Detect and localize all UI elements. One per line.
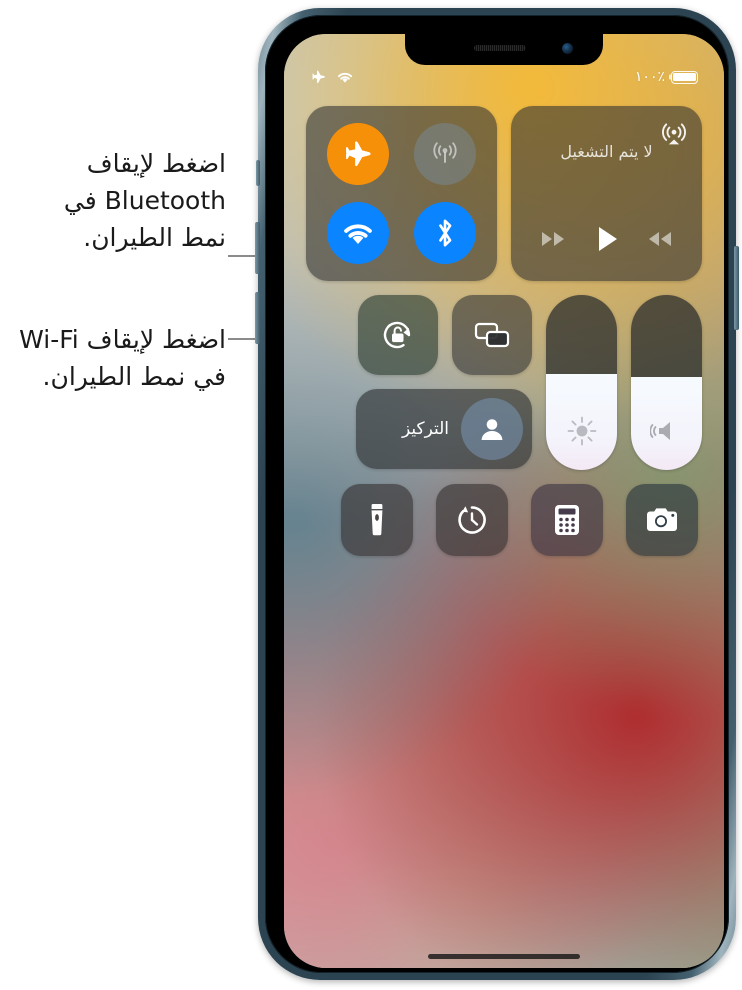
cellular-icon (429, 138, 461, 170)
phone-screen[interactable]: ٪١٠٠ لا يتم التشغيل التركيز (284, 34, 724, 968)
wifi-button[interactable] (326, 202, 389, 265)
callout-wifi-label: اضغط لإيقاف Wi-Fi في نمط الطيران. (19, 325, 226, 391)
status-bar: ٪١٠٠ (284, 64, 724, 90)
connectivity-module (306, 106, 497, 281)
media-transport-controls (511, 203, 702, 281)
front-camera-icon (562, 43, 573, 54)
timer-icon (455, 503, 489, 537)
home-indicator[interactable] (428, 954, 580, 959)
airplane-icon (310, 69, 327, 85)
focus-label: التركيز (401, 419, 449, 439)
notch (405, 34, 603, 65)
calculator-button[interactable] (531, 484, 603, 556)
bluetooth-icon (430, 216, 460, 250)
brightness-icon (565, 414, 599, 448)
phone-bezel: ٪١٠٠ لا يتم التشغيل التركيز (265, 15, 729, 973)
control-center-tiles-row (356, 295, 532, 375)
battery-percent-label: ٪١٠٠ (634, 69, 665, 85)
wifi-icon (341, 220, 375, 246)
airplay-icon[interactable] (661, 119, 687, 145)
iphone-device: ٪١٠٠ لا يتم التشغيل التركيز (255, 8, 739, 980)
volume-up-button[interactable] (255, 222, 260, 274)
calculator-icon (553, 503, 581, 537)
focus-button[interactable]: التركيز (356, 389, 532, 469)
volume-slider[interactable] (631, 295, 702, 470)
flashlight-icon (367, 502, 387, 538)
control-center-right-column: التركيز (356, 295, 532, 470)
status-bar-right (310, 69, 354, 85)
bluetooth-button[interactable] (414, 202, 477, 265)
wifi-icon (336, 70, 354, 84)
fast-forward-icon[interactable] (538, 229, 568, 249)
speaker-grille-icon (473, 45, 526, 51)
rotation-lock-button[interactable] (358, 295, 438, 375)
screen-mirroring-icon (473, 319, 511, 351)
control-center-row-2: التركيز (306, 295, 702, 470)
battery-full-icon (671, 70, 698, 84)
camera-button[interactable] (626, 484, 698, 556)
volume-down-button[interactable] (255, 292, 260, 344)
control-center: لا يتم التشغيل التركيز (306, 106, 702, 570)
cellular-button[interactable] (414, 122, 477, 185)
callout-bluetooth-label: اضغط لإيقاف Bluetooth في نمط الطيران. (63, 149, 226, 252)
status-bar-left: ٪١٠٠ (635, 69, 698, 85)
flashlight-button[interactable] (341, 484, 413, 556)
focus-badge (461, 398, 523, 460)
speaker-icon (649, 414, 684, 448)
silent-switch[interactable] (256, 160, 260, 186)
airplane-button[interactable] (326, 122, 389, 185)
screen-mirroring-button[interactable] (452, 295, 532, 375)
person-icon (477, 414, 507, 444)
rewind-icon[interactable] (645, 229, 675, 249)
timer-button[interactable] (436, 484, 508, 556)
rotation-lock-icon (378, 316, 418, 354)
side-power-button[interactable] (734, 246, 739, 330)
control-center-row-1: لا يتم التشغيل (306, 106, 702, 281)
airplane-icon (341, 138, 375, 170)
media-playback-module[interactable]: لا يتم التشغيل (511, 106, 702, 281)
camera-icon (644, 505, 680, 535)
control-center-row-3 (306, 484, 702, 556)
play-icon[interactable] (594, 224, 620, 254)
brightness-slider[interactable] (546, 295, 617, 470)
